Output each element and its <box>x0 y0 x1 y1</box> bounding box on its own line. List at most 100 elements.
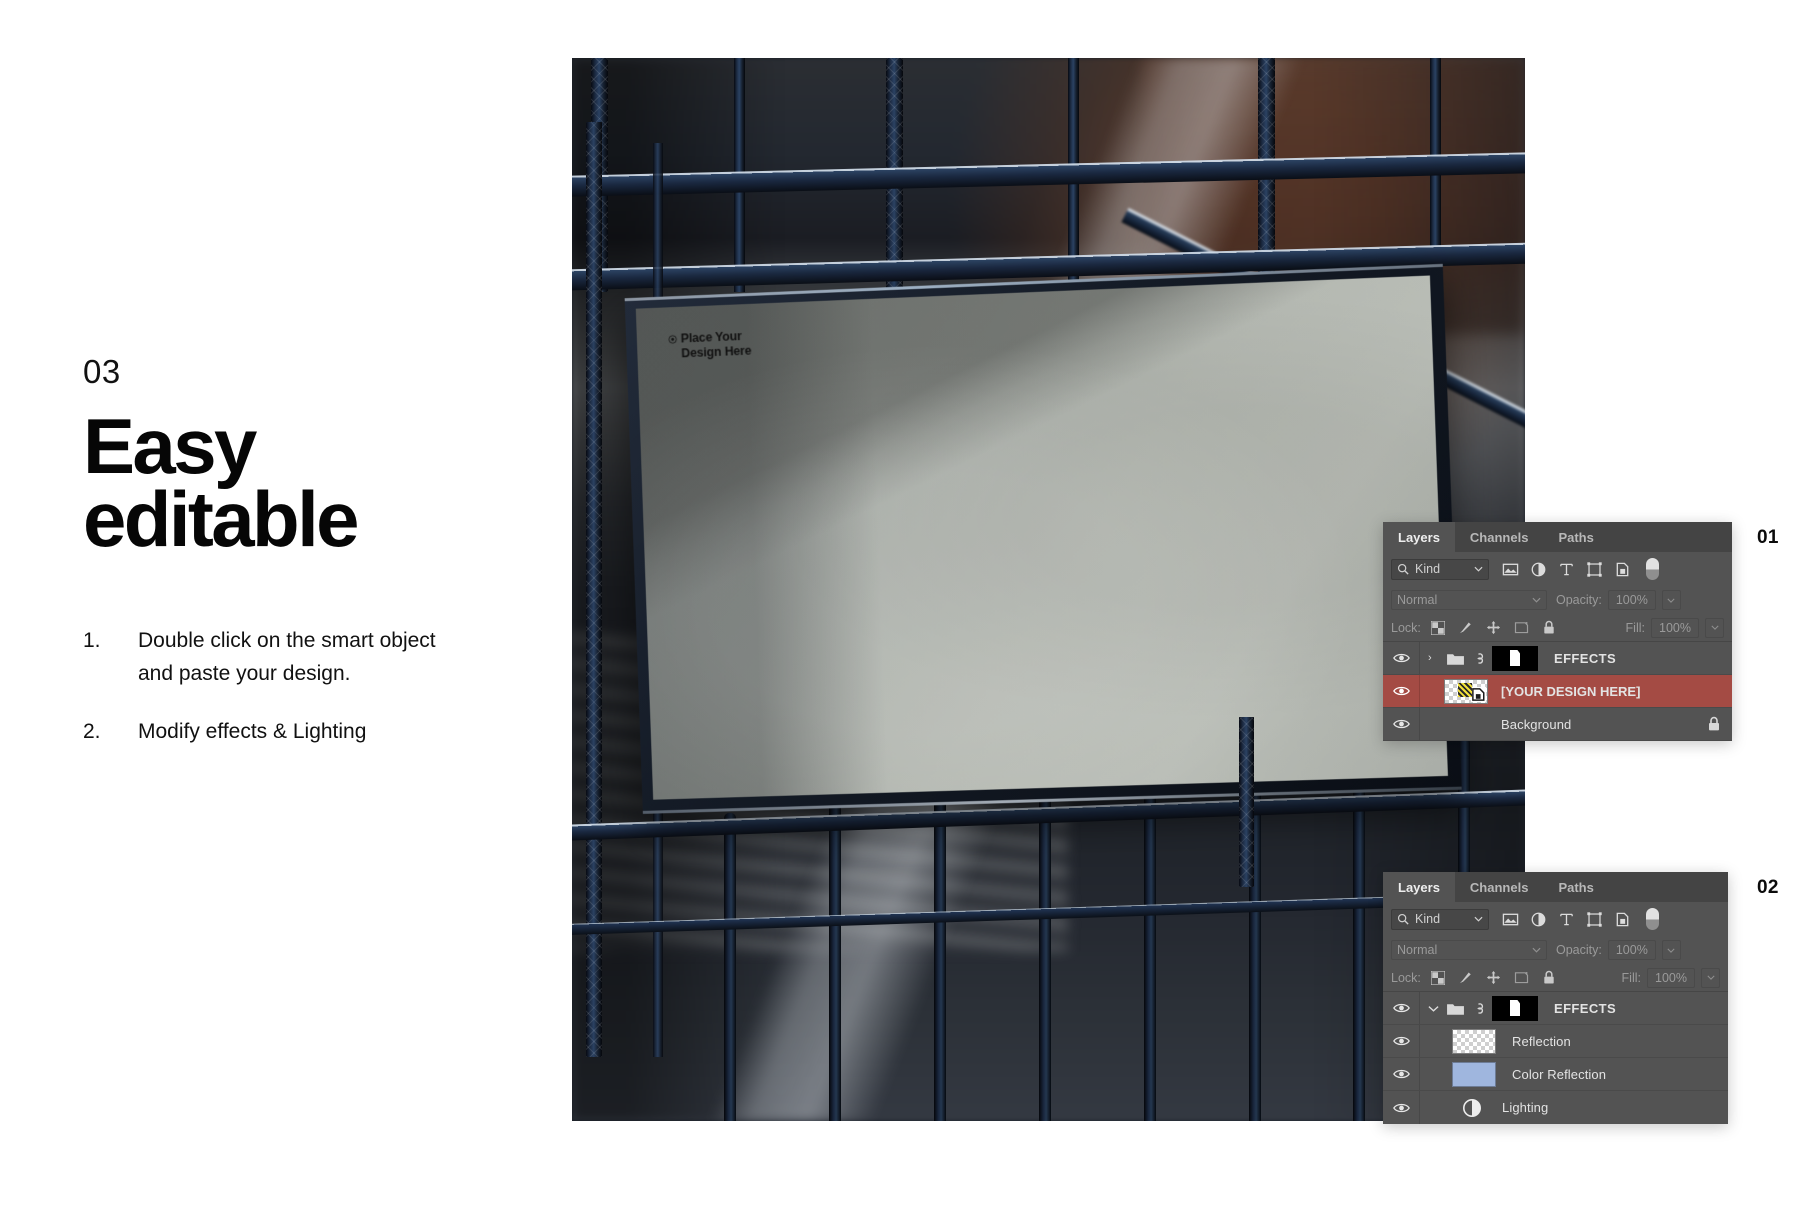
table-row[interactable]: Reflection <box>1383 1025 1728 1058</box>
railing-picket <box>724 812 737 1121</box>
type-filter-icon[interactable] <box>1558 561 1575 578</box>
adjustment-layer-icon[interactable] <box>1462 1098 1482 1118</box>
layer-name: Color Reflection <box>1512 1066 1607 1082</box>
tab-paths[interactable]: Paths <box>1543 872 1609 902</box>
blend-mode-value: Normal <box>1397 593 1438 607</box>
layer-visibility-toggle[interactable] <box>1383 642 1420 674</box>
lock-all-icon[interactable] <box>1542 620 1556 635</box>
smart-object-thumbnail[interactable] <box>1444 678 1488 704</box>
table-row[interactable]: › EFFECTS <box>1383 642 1732 675</box>
tab-channels[interactable]: Channels <box>1454 522 1544 552</box>
table-row[interactable]: Color Reflection <box>1383 1058 1728 1091</box>
table-row[interactable]: Background <box>1383 708 1732 741</box>
lock-label: Lock: <box>1391 970 1421 985</box>
blend-mode-bar: Normal Opacity: 100% <box>1383 586 1732 614</box>
lock-all-icon[interactable] <box>1542 970 1556 985</box>
lock-image-pixels-icon[interactable] <box>1458 620 1473 635</box>
opacity-input[interactable]: 100% <box>1607 940 1656 960</box>
panel-tab-bar: Layers Channels Paths <box>1383 872 1728 902</box>
railing-picket <box>934 791 947 1121</box>
tab-paths[interactable]: Paths <box>1543 522 1609 552</box>
table-row[interactable]: Lighting <box>1383 1091 1728 1124</box>
lock-position-icon[interactable] <box>1486 620 1501 635</box>
lock-transparent-pixels-icon[interactable] <box>1430 970 1445 985</box>
lock-transparent-pixels-icon[interactable] <box>1430 620 1445 635</box>
blend-mode-value: Normal <box>1397 943 1438 957</box>
eye-icon <box>1392 1103 1410 1112</box>
smart-object-filter-icon[interactable] <box>1614 911 1631 928</box>
chevron-right-icon[interactable]: › <box>1428 652 1439 664</box>
smart-object-filter-icon[interactable] <box>1614 561 1631 578</box>
layer-filter-bar: Kind <box>1383 902 1728 936</box>
billboard-design-surface[interactable]: Place Your Design Here <box>635 275 1448 800</box>
opacity-stepper[interactable] <box>1661 590 1681 610</box>
layer-row-body: Reflection <box>1420 1028 1728 1054</box>
slide-canvas: 03 Easy editable 1. Double click on the … <box>0 0 1820 1214</box>
fill-stepper[interactable] <box>1701 967 1720 988</box>
layer-filter-bar: Kind <box>1383 552 1732 586</box>
blend-mode-dropdown[interactable]: Normal <box>1391 940 1547 960</box>
adjustment-filter-icon[interactable] <box>1530 911 1547 928</box>
layer-visibility-toggle[interactable] <box>1383 675 1420 707</box>
layer-thumbnail[interactable] <box>1452 1028 1496 1054</box>
link-icon <box>1477 1002 1484 1014</box>
table-row[interactable]: EFFECTS <box>1383 992 1728 1025</box>
layers-panel-02[interactable]: Layers Channels Paths Kind Normal Opacit… <box>1383 872 1728 1124</box>
panel-index-label-02: 02 <box>1757 877 1779 898</box>
fill-stepper[interactable] <box>1705 617 1724 638</box>
list-item-number: 1. <box>83 629 101 653</box>
fill-input[interactable]: 100% <box>1647 967 1695 988</box>
layer-mask-thumbnail[interactable] <box>1492 645 1538 671</box>
layer-visibility-toggle[interactable] <box>1383 708 1420 740</box>
layers-panel-01[interactable]: Layers Channels Paths Kind Normal Opacit… <box>1383 522 1732 741</box>
lock-icon-group <box>1430 970 1556 985</box>
eye-icon <box>1392 653 1410 663</box>
fill-input[interactable]: 100% <box>1651 617 1699 638</box>
layer-mask-thumbnail[interactable] <box>1492 995 1538 1021</box>
filter-kind-dropdown[interactable]: Kind <box>1391 558 1489 580</box>
image-filter-icon[interactable] <box>1502 561 1519 578</box>
color-fill-thumbnail[interactable] <box>1452 1061 1496 1087</box>
railing-picket <box>1038 780 1051 1121</box>
type-filter-icon[interactable] <box>1558 911 1575 928</box>
fill-label: Fill: <box>1625 620 1645 635</box>
layer-visibility-toggle[interactable] <box>1383 992 1420 1024</box>
adjustment-filter-icon[interactable] <box>1530 561 1547 578</box>
folder-open-icon <box>1447 1003 1464 1015</box>
shape-filter-icon[interactable] <box>1586 561 1603 578</box>
layer-name: Reflection <box>1512 1033 1571 1049</box>
lock-position-icon[interactable] <box>1486 970 1501 985</box>
blend-mode-dropdown[interactable]: Normal <box>1391 590 1547 610</box>
lock-label: Lock: <box>1391 620 1421 635</box>
layer-visibility-toggle[interactable] <box>1383 1091 1420 1124</box>
tab-channels[interactable]: Channels <box>1454 872 1544 902</box>
filter-kind-label: Kind <box>1415 562 1441 576</box>
shape-filter-icon[interactable] <box>1586 911 1603 928</box>
layer-visibility-toggle[interactable] <box>1383 1025 1420 1057</box>
eye-icon <box>1392 719 1410 729</box>
opacity-stepper[interactable] <box>1661 940 1681 960</box>
lock-artboard-icon[interactable] <box>1514 970 1529 985</box>
filter-kind-dropdown[interactable]: Kind <box>1391 908 1489 930</box>
search-icon <box>1397 913 1409 925</box>
image-filter-icon[interactable] <box>1502 911 1519 928</box>
lock-image-pixels-icon[interactable] <box>1458 970 1473 985</box>
tab-layers[interactable]: Layers <box>1383 522 1455 552</box>
list-item-number: 2. <box>83 720 101 744</box>
filter-toggle-switch[interactable] <box>1646 558 1659 580</box>
layer-list: EFFECTS Reflection Color Reflection Ligh… <box>1383 992 1728 1124</box>
chevron-down-icon <box>1474 566 1483 572</box>
filter-toggle-switch[interactable] <box>1646 908 1659 930</box>
chevron-down-icon <box>1667 948 1675 953</box>
opacity-input[interactable]: 100% <box>1607 590 1656 610</box>
tab-layers[interactable]: Layers <box>1383 872 1455 902</box>
chevron-down-icon[interactable] <box>1428 1005 1439 1012</box>
layer-visibility-toggle[interactable] <box>1383 1058 1420 1090</box>
headline-line-1: Easy <box>83 402 257 490</box>
table-row[interactable]: [YOUR DESIGN HERE] <box>1383 675 1732 708</box>
billboard-frame: Place Your Design Here <box>624 264 1462 814</box>
list-item: 1. Double click on the smart object and … <box>83 625 513 690</box>
search-icon <box>1397 563 1409 575</box>
lock-artboard-icon[interactable] <box>1514 620 1529 635</box>
filter-kind-label: Kind <box>1415 912 1441 926</box>
